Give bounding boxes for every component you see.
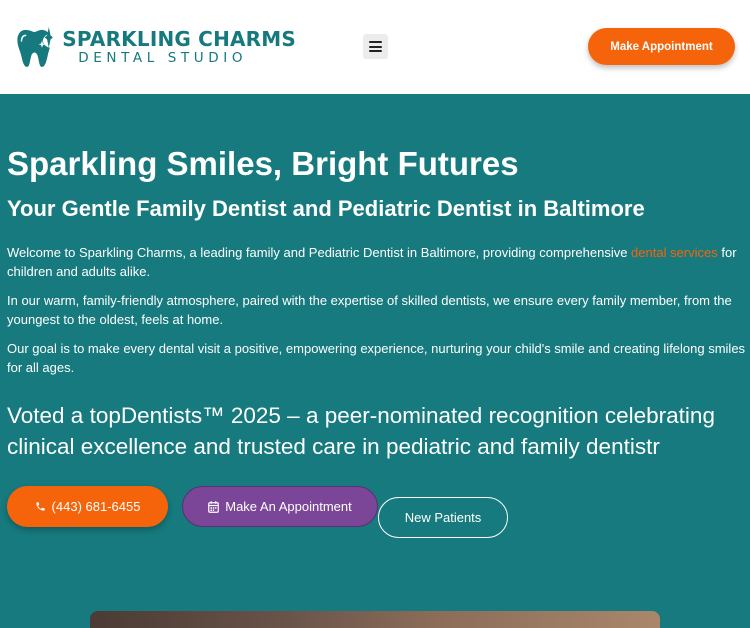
tooth-sparkle-logo-icon xyxy=(17,27,53,67)
hero-section: Sparkling Smiles, Bright Futures Your Ge… xyxy=(0,94,750,628)
call-phone-button[interactable]: (443) 681-6455 xyxy=(7,486,168,527)
menu-bar xyxy=(369,41,382,43)
make-appointment-header-button[interactable]: Make Appointment xyxy=(588,28,735,65)
hero-subtitle: Your Gentle Family Dentist and Pediatric… xyxy=(7,196,645,221)
logo-subtitle: DENTAL STUDIO xyxy=(78,50,248,66)
phone-label: (443) 681-6455 xyxy=(51,499,141,514)
goal-paragraph: Our goal is to make every dental visit a… xyxy=(7,341,746,375)
atmosphere-paragraph: In our warm, family-friendly atmosphere,… xyxy=(7,293,732,327)
new-patients-button[interactable]: New Patients xyxy=(378,497,508,538)
phone-icon xyxy=(35,502,45,511)
welcome-paragraph: Welcome to Sparkling Charms, a leading f… xyxy=(7,244,747,281)
dental-services-link[interactable]: dental services xyxy=(631,245,718,260)
welcome-text: Welcome to Sparkling Charms, a leading f… xyxy=(7,245,632,260)
appointment-label: Make An Appointment xyxy=(225,499,352,514)
site-logo[interactable]: SPARKLING CHARMS DENTAL STUDIO xyxy=(16,16,296,78)
calendar-icon xyxy=(208,500,220,513)
hero-photo xyxy=(90,611,660,628)
site-header: SPARKLING CHARMS DENTAL STUDIO Make Appo… xyxy=(0,0,750,94)
hero-title: Sparkling Smiles, Bright Futures xyxy=(7,145,519,182)
logo-name: SPARKLING CHARMS xyxy=(62,27,296,51)
menu-bar xyxy=(369,50,382,52)
logo-wordmark: SPARKLING CHARMS DENTAL STUDIO xyxy=(62,28,296,66)
hamburger-menu-icon[interactable] xyxy=(363,34,388,59)
award-statement: Voted a topDentists™ 2025 – a peer-nomin… xyxy=(7,403,715,459)
make-an-appointment-button[interactable]: Make An Appointment xyxy=(182,486,378,527)
menu-bar xyxy=(369,45,382,48)
